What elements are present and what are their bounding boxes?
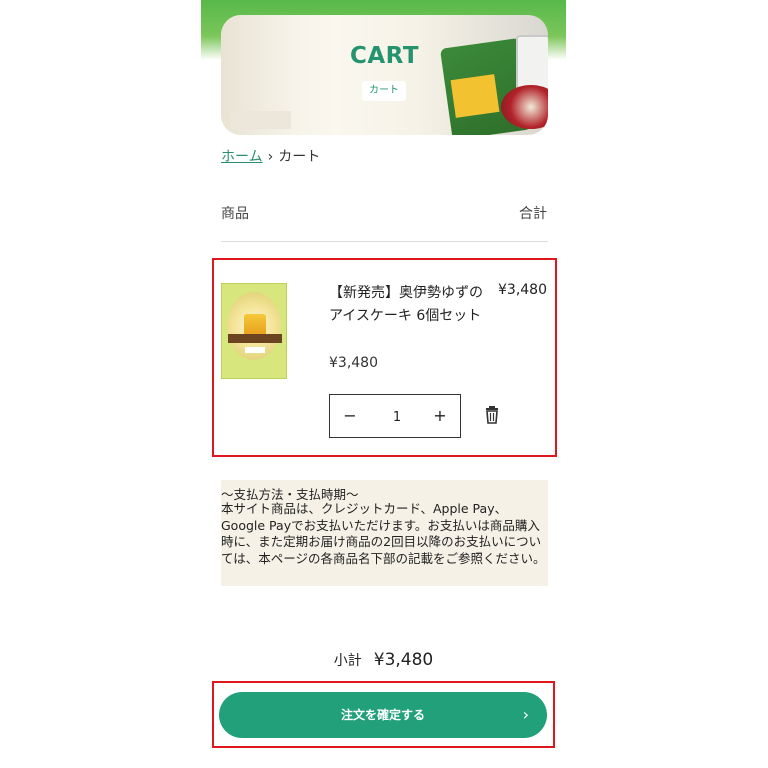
quantity-decrease-button[interactable]: −: [330, 395, 370, 437]
checkout-button-label: 注文を確定する: [340, 708, 425, 722]
unit-price: ¥3,480: [329, 355, 378, 371]
quantity-increase-button[interactable]: +: [420, 395, 460, 437]
column-header-total: 合計: [519, 206, 547, 222]
quantity-stepper: − +: [329, 394, 461, 438]
thumbnail-tag-graphic: [245, 347, 265, 353]
column-header-product: 商品: [221, 206, 249, 222]
quantity-input[interactable]: [374, 405, 420, 429]
page-subtitle-badge: カート: [362, 81, 406, 101]
trash-icon[interactable]: [484, 405, 500, 425]
thumbnail-ribbon-graphic: [228, 334, 282, 343]
subtotal-value: ¥3,480: [373, 650, 434, 670]
subtotal-row: 小計 ¥3,480: [201, 650, 566, 670]
cart-banner: CART カート: [221, 15, 548, 135]
breadcrumb-separator-icon: ›: [267, 149, 274, 165]
banner-product-label-image: [450, 74, 500, 118]
cart-page: CART カート ホーム › カート 商品 合計 【新発売】奥伊勢ゆずのアイスケーキ…: [201, 0, 566, 768]
line-total: ¥3,480: [498, 282, 547, 298]
subtotal-label: 小計: [333, 653, 362, 669]
chevron-right-icon: ›: [522, 705, 529, 724]
checkout-button[interactable]: 注文を確定する ›: [219, 692, 547, 738]
product-title-link[interactable]: 【新発売】奥伊勢ゆずのアイスケーキ 6個セット: [329, 282, 485, 328]
breadcrumb: ホーム › カート: [221, 146, 320, 166]
breadcrumb-home-link[interactable]: ホーム: [221, 149, 263, 165]
breadcrumb-current: カート: [278, 149, 321, 165]
page-title: CART: [349, 43, 420, 69]
payment-notice-body: 本サイト商品は、クレジットカード、Apple Pay、Google Payでお支…: [221, 501, 546, 566]
header-divider: [221, 241, 548, 242]
payment-notice: 〜支払方法・支払時期〜 本サイト商品は、クレジットカード、Apple Pay、G…: [221, 480, 548, 586]
product-thumbnail[interactable]: [221, 283, 287, 379]
banner-shelf-image: [231, 111, 291, 129]
